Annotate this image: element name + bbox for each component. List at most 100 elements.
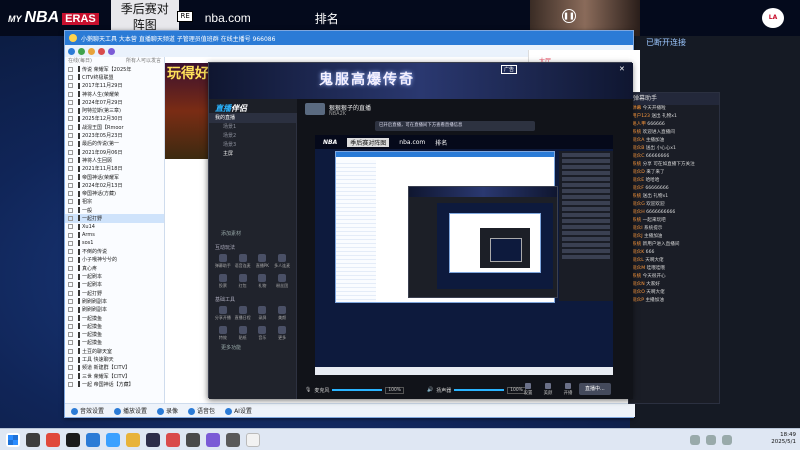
member-list-item[interactable]: 一起摸鱼 — [65, 314, 164, 322]
danmu-user[interactable]: 观众O — [632, 290, 645, 295]
checkbox-icon[interactable] — [68, 249, 73, 255]
danmu-user[interactable]: 观众C — [632, 154, 644, 159]
checkbox-icon[interactable] — [68, 149, 73, 155]
danmu-user[interactable]: 观众N — [632, 282, 645, 287]
tool-button[interactable]: 直播日程 — [233, 305, 253, 323]
danmu-user[interactable]: 系统 — [632, 218, 641, 223]
member-list-item[interactable]: 一起打野 — [65, 289, 164, 297]
checkbox-icon[interactable] — [68, 373, 73, 379]
member-list-item[interactable]: 小子哦神兮兮的 — [65, 256, 164, 264]
tool-button[interactable]: 直播PK — [253, 253, 273, 271]
member-list-item[interactable]: 帝国神话(荣耀军 — [65, 173, 164, 181]
checkbox-icon[interactable] — [68, 365, 73, 371]
chat-window-titlebar[interactable]: 小鹅聊天工具 大本营 直播聊天频道 子管理员值班群 在线主播号 966086 — [65, 31, 633, 45]
app-icon-12[interactable] — [246, 433, 260, 447]
checkbox-icon[interactable] — [68, 224, 73, 230]
chat-tool-icon[interactable] — [88, 47, 95, 55]
checkbox-icon[interactable] — [68, 174, 73, 180]
tool-button[interactable]: 贴纸 — [233, 325, 253, 343]
checkbox-icon[interactable] — [68, 182, 73, 188]
checkbox-icon[interactable] — [68, 282, 73, 288]
member-list-item[interactable]: 2021年11月18日 — [65, 165, 164, 173]
tool-button[interactable]: 红包 — [233, 273, 253, 291]
member-list[interactable]: 在线(每日) 所有人可以发言 传说 荣耀军【2025年 CITV终极联盟 2017年… — [65, 57, 165, 405]
member-list-item[interactable]: 祖宗 — [65, 198, 164, 206]
more-tools-button[interactable]: 更多功能 — [209, 343, 296, 353]
app-icon-6[interactable] — [126, 433, 140, 447]
checkbox-icon[interactable] — [68, 191, 73, 197]
tool-button[interactable]: 投票 — [213, 273, 233, 291]
checkbox-icon[interactable] — [68, 290, 73, 296]
app-icon-8[interactable] — [166, 433, 180, 447]
tool-button[interactable]: 更多 — [272, 325, 292, 343]
danmu-user[interactable]: 观众H — [632, 210, 645, 215]
danmu-user[interactable]: 观众P — [632, 298, 644, 303]
scene-item[interactable]: 场景2 — [209, 132, 296, 141]
member-list-item[interactable]: 2021年09月06日 — [65, 148, 164, 156]
tool-button[interactable]: 录屏 — [253, 305, 273, 323]
checkbox-icon[interactable] — [68, 215, 73, 221]
app-icon-9[interactable] — [186, 433, 200, 447]
checkbox-icon[interactable] — [68, 381, 73, 387]
danmu-helper-window[interactable]: 弹幕助手 弹幕 今天开播啦 用户123 送出 礼物x1 路人甲 666666 系统 欢… — [628, 92, 720, 404]
danmu-user[interactable]: 用户123 — [632, 114, 650, 119]
member-list-item[interactable]: 不倒的传说 — [65, 248, 164, 256]
nba-site-link[interactable]: nba.com — [205, 11, 251, 25]
member-list-item[interactable]: 三世 荣耀军【CITV】 — [65, 372, 164, 380]
game-ad-banner[interactable]: 玩得好 — [165, 63, 209, 159]
member-list-item[interactable]: 最后的传说(第一 — [65, 140, 164, 148]
checkbox-icon[interactable] — [68, 274, 73, 280]
checkbox-icon[interactable] — [68, 348, 73, 354]
member-list-item[interactable]: 刷刷刷副本 — [65, 306, 164, 314]
chat-tool-icon[interactable] — [108, 47, 115, 55]
danmu-user[interactable]: 观众E — [632, 178, 644, 183]
member-list-item[interactable]: 一起刷本 — [65, 272, 164, 280]
close-icon[interactable]: ✕ — [619, 65, 625, 73]
scene-item[interactable]: 场景1 — [209, 123, 296, 132]
danmu-user[interactable]: 观众L — [632, 258, 644, 263]
game-ad-top[interactable]: 鬼服高爆传奇 广告 ✕ — [209, 63, 633, 99]
pause-icon[interactable]: ❚❚ — [562, 9, 576, 23]
danmu-user[interactable]: 观众G — [632, 202, 645, 207]
checkbox-icon[interactable] — [68, 232, 73, 238]
speaker-volume[interactable]: 🔊 扬声器 100% — [427, 384, 526, 396]
danmu-user[interactable]: 观众M — [632, 266, 645, 271]
danmu-user[interactable]: 系统 — [632, 242, 641, 247]
app-icon-2[interactable] — [46, 433, 60, 447]
checkbox-icon[interactable] — [68, 298, 73, 304]
bottom-item[interactable]: AI设置 — [225, 406, 252, 415]
danmu-user[interactable]: 观众I — [632, 226, 643, 231]
danmu-user[interactable]: 系统 — [632, 274, 641, 279]
checkbox-icon[interactable] — [68, 332, 73, 338]
battery-icon[interactable] — [722, 435, 732, 445]
member-list-item[interactable]: 阿特拉斯(第三章) — [65, 106, 164, 114]
member-list-item[interactable]: 2025年12月30日 — [65, 115, 164, 123]
scene-item-main[interactable]: 主屏 — [209, 150, 296, 159]
checkbox-icon[interactable] — [68, 124, 73, 130]
member-list-item[interactable]: 工具 快速聊天 — [65, 355, 164, 363]
tool-button[interactable]: 音乐 — [253, 325, 273, 343]
scene-item[interactable]: 场景3 — [209, 141, 296, 150]
tool-button[interactable]: 分享开播 — [213, 305, 233, 323]
member-list-item[interactable]: Arms — [65, 231, 164, 239]
checkbox-icon[interactable] — [68, 240, 73, 246]
app-icon-3[interactable] — [66, 433, 80, 447]
tool-button[interactable]: 语音连麦 — [233, 253, 253, 271]
member-list-item[interactable]: 2017年11月29日 — [65, 82, 164, 90]
checkbox-icon[interactable] — [68, 133, 73, 139]
windows-start-icon[interactable] — [6, 433, 20, 447]
member-list-item[interactable]: CITV终极联盟 — [65, 73, 164, 81]
sidebar-tab-my-live[interactable]: 我的直播 — [209, 113, 296, 123]
checkbox-icon[interactable] — [68, 66, 73, 72]
member-list-item[interactable]: 土豆的聊天室 — [65, 347, 164, 355]
bottom-item[interactable]: 播放设置 — [114, 406, 147, 415]
member-list-item[interactable]: Xu14 — [65, 223, 164, 231]
broadcaster-window[interactable]: 鬼服高爆传奇 广告 ✕ 直播伴侣 我的直播 场景1 场景2 场景3 主屏 添加素… — [208, 62, 633, 399]
bottom-item[interactable]: 录像 — [157, 406, 178, 415]
settings-button[interactable]: 设置 — [519, 383, 537, 396]
danmu-user[interactable]: 观众J — [632, 234, 643, 239]
tool-button[interactable]: 多人连麦 — [272, 253, 292, 271]
danmu-user[interactable]: 系统 — [632, 130, 641, 135]
stream-preview[interactable]: NBA 季后赛对阵图 nba.com 排名 — [315, 135, 613, 375]
danmu-user[interactable]: 系统 — [632, 162, 641, 167]
